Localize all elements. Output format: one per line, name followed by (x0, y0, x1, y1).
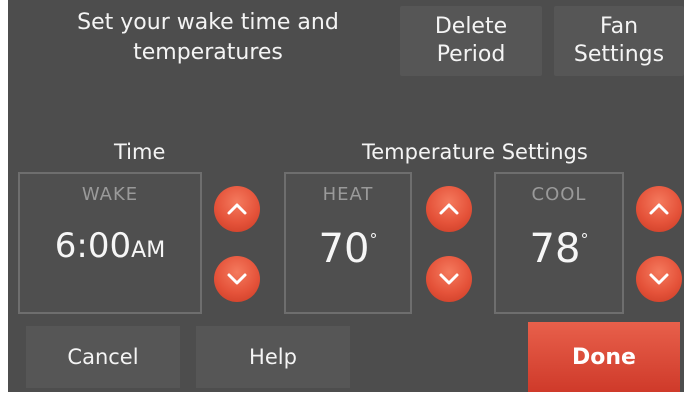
time-heading: Time (114, 140, 166, 164)
chevron-up-icon (649, 203, 669, 215)
fan-settings-label-2: Settings (573, 42, 665, 67)
wake-ampm: AM (131, 238, 166, 263)
fan-settings-label-1: Fan (599, 14, 639, 39)
heat-label: HEAT (322, 184, 374, 205)
prompt-line-2: temperatures (133, 40, 283, 65)
help-label: Help (249, 345, 297, 369)
cool-setpoint-box[interactable]: COOL 78° (494, 172, 624, 314)
chevron-down-icon (649, 273, 669, 285)
cool-down-button[interactable] (636, 256, 682, 302)
chevron-down-icon (439, 273, 459, 285)
heat-value: 70 (318, 226, 370, 272)
done-label: Done (572, 344, 636, 370)
heat-up-button[interactable] (426, 186, 472, 232)
temperature-heading: Temperature Settings (362, 140, 588, 164)
heat-setpoint-box[interactable]: HEAT 70° (284, 172, 412, 314)
cool-value: 78 (529, 226, 581, 272)
heat-down-button[interactable] (426, 256, 472, 302)
fan-settings-button[interactable]: Fan Settings (554, 6, 684, 76)
delete-period-label-2: Period (436, 42, 506, 67)
wake-time-box[interactable]: WAKE 6:00AM (18, 172, 202, 314)
wake-label: WAKE (81, 184, 139, 205)
cool-degree: ° (580, 230, 589, 249)
wake-time: 6:00 (54, 226, 132, 266)
cool-value-wrap: 78° (496, 226, 622, 272)
cancel-label: Cancel (67, 345, 139, 369)
done-button[interactable]: Done (528, 322, 680, 392)
cool-label: COOL (531, 184, 587, 205)
chevron-up-icon (227, 203, 247, 215)
help-button[interactable]: Help (196, 326, 350, 388)
cancel-button[interactable]: Cancel (26, 326, 180, 388)
chevron-up-icon (439, 203, 459, 215)
prompt-line-1: Set your wake time and (77, 10, 339, 35)
wake-up-button[interactable] (214, 186, 260, 232)
page-title: Set your wake time and temperatures (18, 8, 398, 68)
cool-up-button[interactable] (636, 186, 682, 232)
wake-time-value: 6:00AM (20, 226, 200, 266)
heat-value-wrap: 70° (286, 226, 410, 272)
delete-period-label-1: Delete (434, 14, 508, 39)
chevron-down-icon (227, 273, 247, 285)
heat-degree: ° (369, 230, 378, 249)
wake-down-button[interactable] (214, 256, 260, 302)
delete-period-button[interactable]: Delete Period (400, 6, 542, 76)
